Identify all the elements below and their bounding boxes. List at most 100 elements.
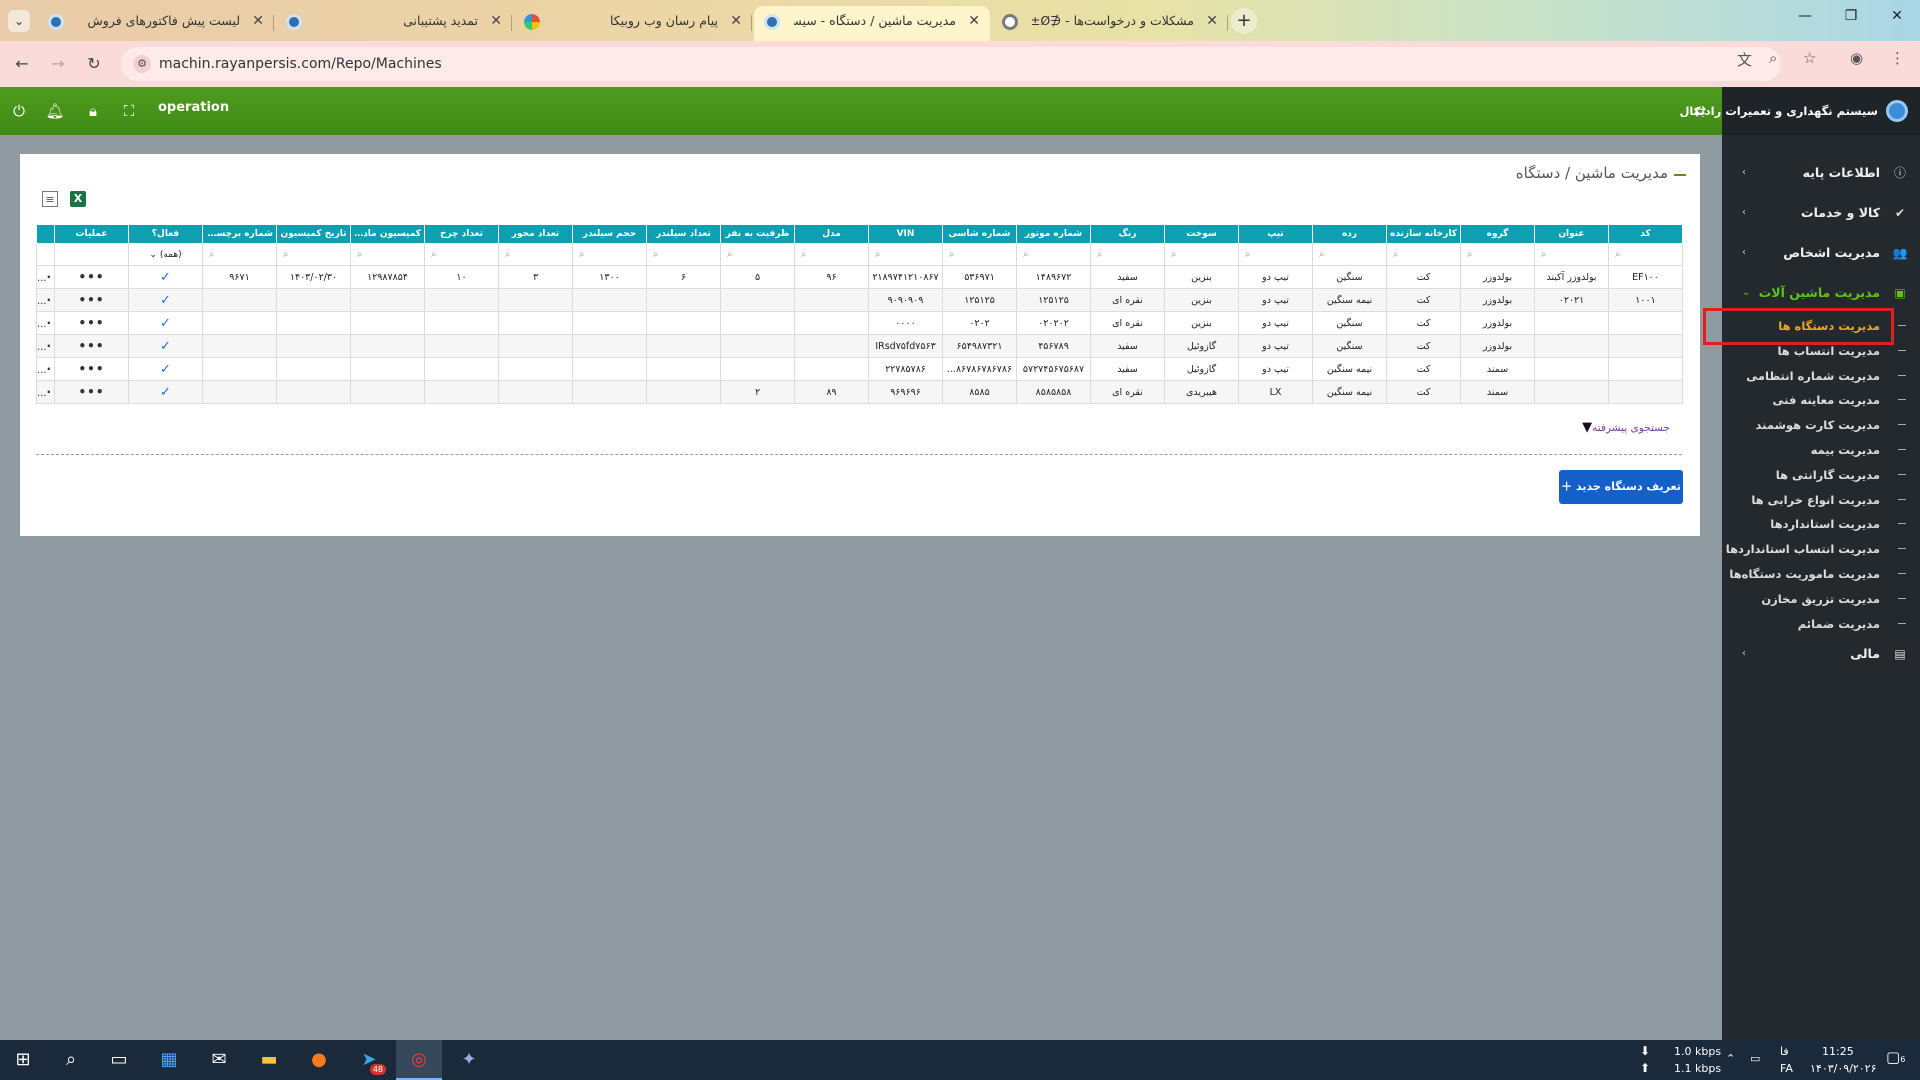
column-header[interactable]: عنوان [1534, 224, 1609, 244]
active-checkbox[interactable]: ✓ [128, 357, 203, 381]
column-header[interactable]: عملیات [54, 224, 129, 244]
row-menu-button[interactable]: ··· [36, 380, 55, 404]
filter-cell[interactable]: ⌕ [1534, 243, 1609, 266]
column-header[interactable]: VIN [868, 224, 943, 244]
filter-cell[interactable]: ⌕ [424, 243, 499, 266]
row-actions-menu[interactable]: ••• [54, 311, 129, 335]
filter-cell[interactable]: ⌕ [1608, 243, 1683, 266]
tray-expand-icon[interactable]: ⌃ [1726, 1052, 1735, 1065]
column-header[interactable]: مدل [794, 224, 869, 244]
back-icon[interactable]: ← [10, 52, 34, 76]
table-row[interactable]: بولدوزر کت سنگین تیپ دو بنزین نقره ای ۰۲۰۲۰۲ ۰۲… [36, 311, 1683, 335]
task-view-icon[interactable]: ▭ [96, 1040, 142, 1080]
chrome-icon[interactable]: ◎ [396, 1040, 442, 1080]
filter-cell[interactable]: ⌕ [720, 243, 795, 266]
row-menu-button[interactable]: ··· [36, 311, 55, 335]
minimize-button[interactable]: — [1790, 8, 1820, 24]
site-info-icon[interactable]: ⚙ [133, 55, 151, 73]
active-checkbox[interactable]: ✓ [128, 311, 203, 335]
sidebar-subitem[interactable]: مدیریت استانداردها [1722, 513, 1920, 535]
column-header[interactable]: کد [1608, 224, 1683, 244]
table-row[interactable]: EF۱۰۰ بولدوزر آکبند بولدوزر کت سنگین تیپ دو بن… [36, 265, 1683, 289]
table-row[interactable]: سمند کت نیمه سنگین تیپ دو گازوئیل سفید ۵۷۲۷۴۵۶… [36, 357, 1683, 381]
sidebar-menu[interactable]: 👥 مدیریت اشخاص ‹ [1722, 240, 1920, 266]
profile-icon[interactable]: ◉ [1850, 49, 1863, 67]
row-menu-button[interactable]: ··· [36, 357, 55, 381]
close-tab-icon[interactable]: ✕ [730, 6, 742, 36]
close-tab-icon[interactable]: ✕ [1206, 6, 1218, 36]
filter-cell[interactable]: ⌕ [794, 243, 869, 266]
table-row[interactable]: ۱۰۰۱ ۰۲۰۲۱ بولدوزر کت نیمه سنگین تیپ دو بنزین ن… [36, 288, 1683, 312]
column-header[interactable]: تاریخ کمیسیون [276, 224, 351, 244]
browser-tab[interactable]: مدیریت ماشین / دستگاه - سیست... ✕ [754, 6, 990, 41]
active-checkbox[interactable]: ✓ [128, 288, 203, 312]
app-pinned-icon[interactable]: ✦ [446, 1040, 492, 1080]
advanced-search-link[interactable]: ▼جستجوی پیشرفته [1578, 420, 1670, 435]
column-header[interactable]: شماره شاسی [942, 224, 1017, 244]
close-tab-icon[interactable]: ✕ [252, 6, 264, 36]
clock-time[interactable]: 11:25 [1822, 1045, 1854, 1058]
filter-cell[interactable]: ⌕ [646, 243, 721, 266]
sidebar-menu[interactable]: ▣ مدیریت ماشین آلات ⌄ [1722, 280, 1920, 306]
sidebar-menu[interactable]: ⓘ اطلاعات پایه ‹ [1722, 160, 1920, 186]
lang-indicator-fa[interactable]: فا [1780, 1045, 1789, 1058]
table-row[interactable]: سمند کت نیمه سنگین LX هیبریدی نقره ای ۸۵۸۵۸۵۸ ۸… [36, 380, 1683, 404]
close-tab-icon[interactable]: ✕ [968, 6, 980, 36]
column-header[interactable]: رده [1312, 224, 1387, 244]
sidebar-menu[interactable]: ✔ کالا و خدمات ‹ [1722, 200, 1920, 226]
excel-export-icon[interactable]: X [70, 191, 86, 207]
close-window-button[interactable]: ✕ [1882, 8, 1912, 24]
search-icon[interactable]: ⌕ [48, 1040, 94, 1080]
browser-tab[interactable]: مشکلات و درخواست‌ها - ∉ŒÙ±Ø ✕ [992, 6, 1228, 41]
filter-cell[interactable]: ⌕ [1386, 243, 1461, 266]
sidebar-subitem[interactable]: مدیریت انواع خرابی ها [1722, 489, 1920, 511]
sidebar-subitem[interactable]: مدیریت انتساب استانداردها [1722, 538, 1920, 560]
column-header[interactable]: شماره موتور [1016, 224, 1091, 244]
telegram-icon[interactable]: ➤ 48 [346, 1040, 392, 1080]
active-filter-select[interactable]: (همه) ⌄ [128, 243, 203, 266]
column-chooser-icon[interactable]: ≡ [42, 191, 58, 207]
forward-icon[interactable]: → [46, 52, 70, 76]
active-checkbox[interactable]: ✓ [128, 380, 203, 404]
mail-icon[interactable]: ✉ [196, 1040, 242, 1080]
column-header[interactable]: ظرفیت به نفر [720, 224, 795, 244]
column-header[interactable]: گروه [1460, 224, 1535, 244]
notification-bell-icon[interactable]: 🔔︎ [44, 100, 66, 122]
column-header[interactable]: فعال؟ [128, 224, 203, 244]
row-menu-button[interactable]: ··· [36, 334, 55, 358]
row-actions-menu[interactable]: ••• [54, 288, 129, 312]
filter-cell[interactable]: ⌕ [350, 243, 425, 266]
filter-cell[interactable]: ⌕ [942, 243, 1017, 266]
clock-date[interactable]: ۱۴۰۳/۰۹/۲۰۲۶ [1810, 1062, 1877, 1075]
row-actions-menu[interactable]: ••• [54, 380, 129, 404]
url-text[interactable]: machin.rayanpersis.com/Repo/Machines [159, 47, 442, 81]
network-icon[interactable]: ▭ [1750, 1052, 1760, 1065]
filter-cell[interactable]: ⌕ [276, 243, 351, 266]
zoom-icon[interactable]: ⌕ [1769, 49, 1777, 67]
row-menu-button[interactable]: ··· [36, 265, 55, 289]
row-actions-menu[interactable]: ••• [54, 357, 129, 381]
sidebar-menu-finance[interactable]: ▤ مالی ‹ [1722, 641, 1920, 667]
translate-icon[interactable]: 文 [1737, 49, 1752, 70]
column-header[interactable]: تعداد چرخ [424, 224, 499, 244]
lang-indicator[interactable]: FA [1780, 1062, 1793, 1075]
restore-button[interactable]: ❐ [1836, 8, 1866, 24]
sidebar-subitem[interactable]: مدیریت ماموریت دستگاه‌ها [1722, 563, 1920, 585]
close-tab-icon[interactable]: ✕ [490, 6, 502, 36]
windows-start-icon[interactable]: ⊞ [0, 1040, 46, 1080]
browser-tab[interactable]: پیام رسان وب روبیکا ✕ [514, 6, 752, 41]
browser-menu-icon[interactable]: ⋮ [1890, 49, 1905, 67]
filter-cell[interactable]: ⌕ [868, 243, 943, 266]
url-field[interactable]: ⚙ machin.rayanpersis.com/Repo/Machines [121, 47, 1781, 81]
file-explorer-icon[interactable]: ▬ [246, 1040, 292, 1080]
column-header[interactable]: حجم سیلندر [572, 224, 647, 244]
filter-cell[interactable]: ⌕ [1238, 243, 1313, 266]
add-device-button[interactable]: ＋ تعریف دستگاه جدید [1559, 470, 1683, 504]
bookmark-star-icon[interactable]: ☆ [1803, 49, 1816, 67]
firefox-icon[interactable]: ● [296, 1040, 342, 1080]
power-icon[interactable]: ⏻ [8, 100, 30, 122]
sidebar-subitem[interactable]: مدیریت گارانتی ها [1722, 464, 1920, 486]
table-row[interactable]: بولدوزر کت سنگین تیپ دو گازوئیل سفید ۴۵۶۷۸۹ ۶۵۴… [36, 334, 1683, 358]
active-checkbox[interactable]: ✓ [128, 265, 203, 289]
filter-cell[interactable]: ⌕ [202, 243, 277, 266]
